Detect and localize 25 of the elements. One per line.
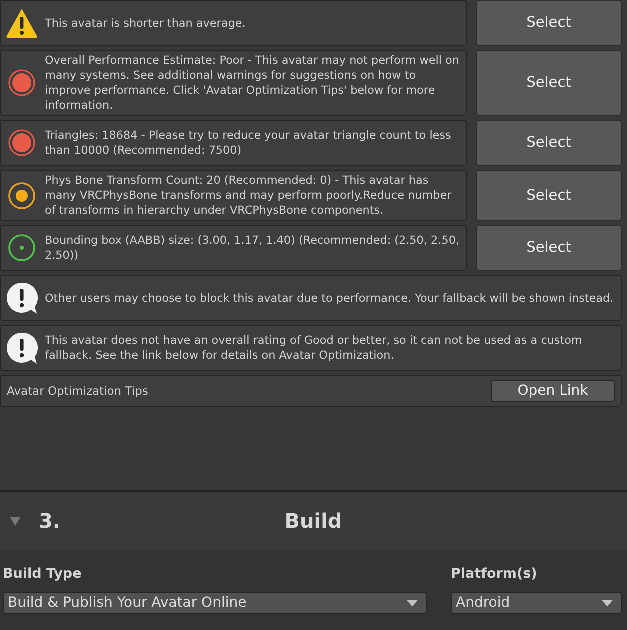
collapse-triangle-icon[interactable] <box>10 516 21 526</box>
caret-icon <box>602 600 613 606</box>
message-text: This avatar is shorter than average. <box>45 16 246 30</box>
message-text: Overall Performance Estimate: Poor - This avatar may not perform well on many systems. See additional warnings for suggestions on how to improve performance. Click 'Avatar Optimization Tips' below for more information. <box>45 53 460 113</box>
section-number: 3. <box>39 509 61 533</box>
speech-bubble-icon <box>5 281 39 315</box>
message-text: This avatar does not have an overall rating of Good or better, so it can not be used as a custom fallback. See the link below for details on Avatar Optimization. <box>45 333 584 363</box>
platform-dropdown[interactable]: Android <box>451 592 622 614</box>
build-type-dropdown[interactable]: Build & Publish Your Avatar Online <box>3 592 427 614</box>
select-button[interactable]: Select <box>476 170 622 221</box>
caret-icon <box>407 600 418 606</box>
message-text: Triangles: 18684 - Please try to reduce your avatar triangle count to less than 10000 (Recommended: 7500) <box>45 128 452 158</box>
select-button[interactable]: Select <box>476 120 622 166</box>
select-button[interactable]: Select <box>476 0 622 46</box>
speech-bubble-icon <box>5 331 39 365</box>
select-button[interactable]: Select <box>476 50 622 116</box>
field-label: Build Type <box>3 566 83 582</box>
message-text: Bounding box (AABB) size: (3.00, 1.17, 1.40) (Recommended: (2.50, 2.50, 2.50)) <box>45 233 460 263</box>
message-text: Phys Bone Transform Count: 20 (Recommended: 0) - This avatar has many VRCPhysBone transforms and may perform poorly.Reduce number of transforms in hierarchy under VRCPhysBone components. <box>45 173 453 218</box>
message-text: Other users may choose to block this avatar due to performance. Your fallback will be shown instead. <box>45 290 614 306</box>
tips-label: Avatar Optimization Tips <box>7 384 148 398</box>
open-link-button[interactable]: Open Link <box>491 380 615 402</box>
select-button[interactable]: Select <box>476 225 622 271</box>
section-title: Build <box>284 509 342 533</box>
field-label: Platform(s) <box>451 566 538 582</box>
